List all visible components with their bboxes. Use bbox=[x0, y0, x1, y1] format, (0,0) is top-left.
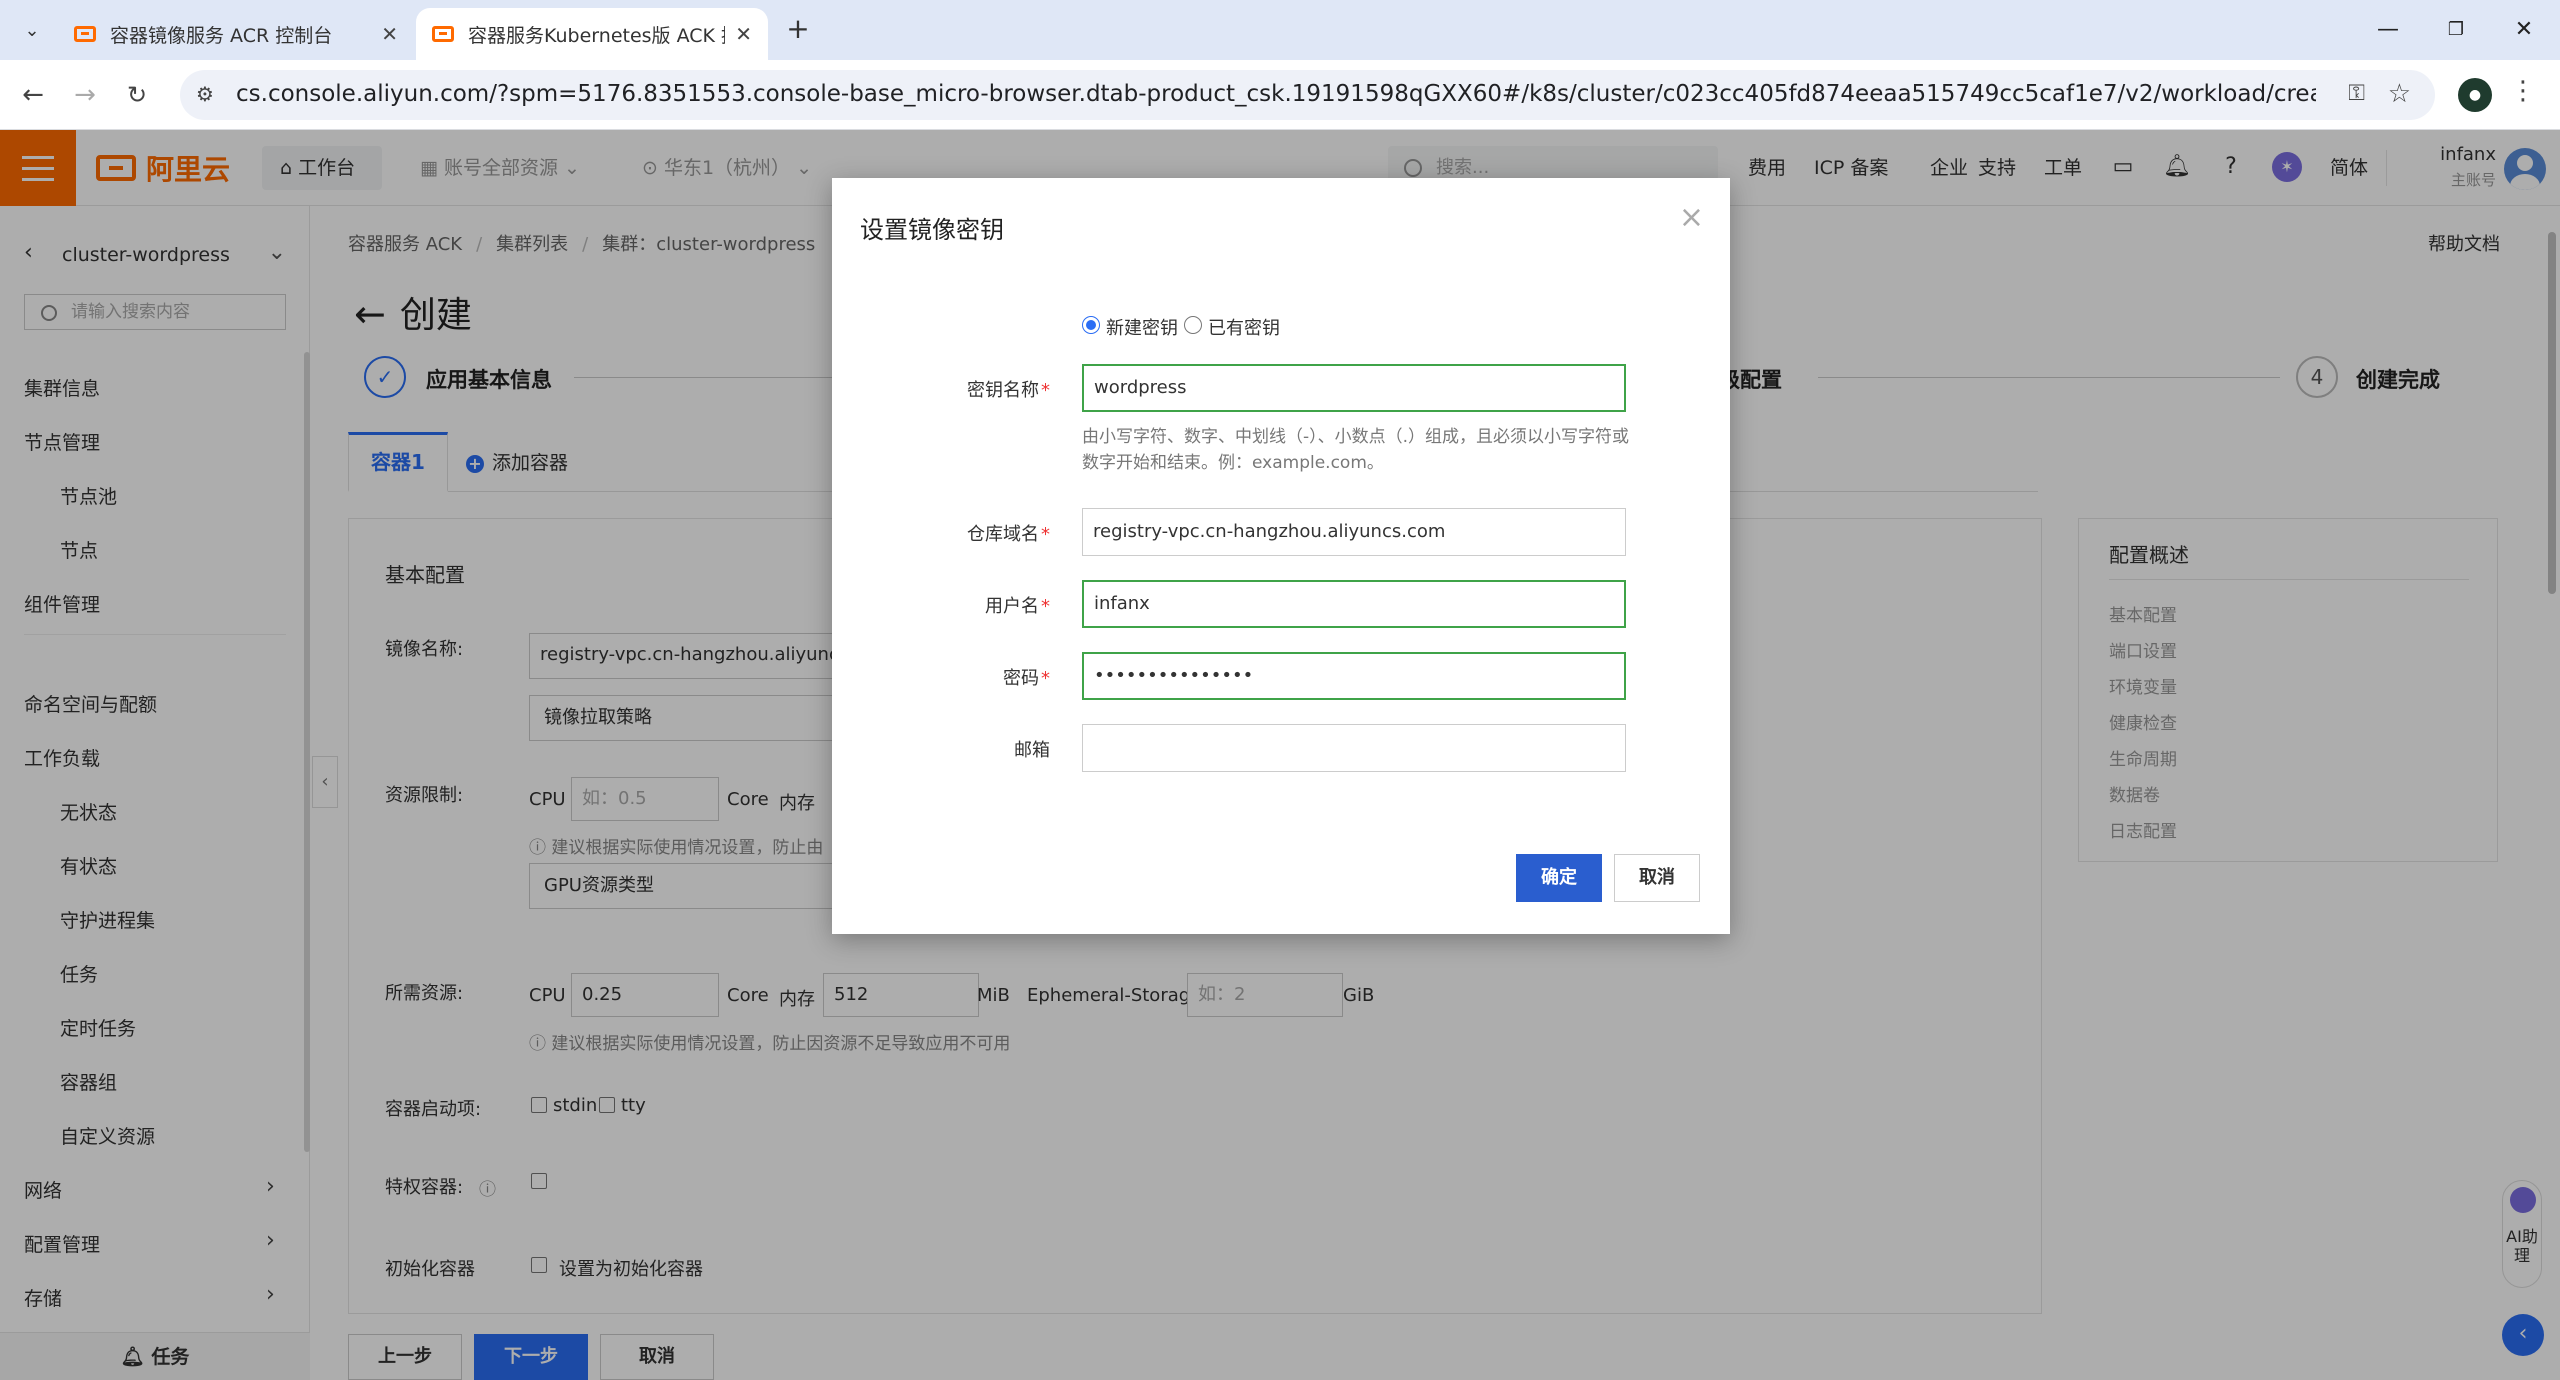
aliyun-favicon-icon bbox=[432, 26, 454, 42]
username-label: 用户名 * bbox=[985, 596, 1050, 617]
username-label-text: 用户名 bbox=[985, 596, 1039, 617]
browser-tab-acr[interactable]: 容器镜像服务 ACR 控制台 ✕ bbox=[58, 8, 414, 60]
bookmark-star-icon[interactable]: ☆ bbox=[2388, 79, 2411, 109]
dialog-cancel-button[interactable]: 取消 bbox=[1614, 854, 1700, 902]
secret-name-help: 由小写字符、数字、中划线（-）、小数点（.）组成，且必须以小写字符或数字开始和结… bbox=[1082, 427, 1630, 473]
username-input[interactable]: infanx bbox=[1082, 580, 1626, 628]
window-close-button[interactable]: ✕ bbox=[2504, 12, 2544, 48]
browser-tab-ack[interactable]: 容器服务Kubernetes版 ACK 控 ✕ bbox=[416, 8, 768, 60]
url-text[interactable]: cs.console.aliyun.com/?spm=5176.8351553.… bbox=[236, 81, 2316, 107]
back-icon[interactable]: ← bbox=[14, 76, 52, 114]
secret-name-label-text: 密钥名称 bbox=[967, 380, 1039, 401]
forward-icon[interactable]: → bbox=[66, 76, 104, 114]
radio-new-secret-label[interactable]: 新建密钥 bbox=[1106, 314, 1178, 340]
tab-title: 容器服务Kubernetes版 ACK 控 bbox=[468, 24, 726, 47]
url-omnibox[interactable]: ⚙ cs.console.aliyun.com/?spm=5176.835155… bbox=[180, 70, 2435, 120]
registry-domain-label-text: 仓库域名 bbox=[967, 524, 1039, 545]
radio-existing-secret-label[interactable]: 已有密钥 bbox=[1208, 314, 1280, 340]
browser-profile-icon[interactable]: ● bbox=[2458, 78, 2492, 112]
registry-domain-input[interactable]: registry-vpc.cn-hangzhou.aliyuncs.com bbox=[1082, 508, 1626, 556]
email-input[interactable] bbox=[1082, 724, 1626, 772]
browser-tabstrip: ⌄ 容器镜像服务 ACR 控制台 ✕ 容器服务Kubernetes版 ACK 控… bbox=[0, 0, 2560, 60]
radio-new-secret[interactable] bbox=[1082, 316, 1100, 334]
registry-domain-label: 仓库域名 * bbox=[967, 524, 1050, 545]
aliyun-favicon-icon bbox=[74, 26, 96, 42]
password-key-icon[interactable]: ⚿ bbox=[2348, 81, 2365, 106]
restore-button[interactable]: ❐ bbox=[2436, 12, 2476, 48]
tab-title: 容器镜像服务 ACR 控制台 bbox=[110, 24, 333, 47]
secret-name-input[interactable]: wordpress bbox=[1082, 364, 1626, 412]
password-input[interactable]: ••••••••••••••• bbox=[1082, 652, 1626, 700]
browser-menu-icon[interactable]: ⋮ bbox=[2510, 76, 2536, 106]
site-settings-icon[interactable]: ⚙ bbox=[196, 82, 214, 106]
radio-existing-secret[interactable] bbox=[1184, 316, 1202, 334]
reload-icon[interactable]: ↻ bbox=[118, 76, 156, 114]
new-tab-button[interactable]: + bbox=[780, 12, 816, 48]
confirm-button[interactable]: 确定 bbox=[1516, 854, 1602, 902]
tab-search-button[interactable]: ⌄ bbox=[14, 12, 50, 48]
dialog-title: 设置镜像密钥 bbox=[860, 216, 1004, 244]
password-label: 密码 * bbox=[1003, 668, 1050, 689]
close-icon[interactable]: × bbox=[1679, 200, 1704, 235]
password-label-text: 密码 bbox=[1003, 668, 1039, 689]
secret-name-label: 密钥名称 * bbox=[967, 380, 1050, 401]
image-secret-dialog: 设置镜像密钥 × 新建密钥 已有密钥 密钥名称 * wordpress 由小写字符… bbox=[832, 178, 1730, 934]
address-bar: ← → ↻ ⚙ cs.console.aliyun.com/?spm=5176.… bbox=[0, 60, 2560, 130]
close-icon[interactable]: ✕ bbox=[381, 22, 398, 46]
email-label: 邮箱 bbox=[1014, 740, 1050, 761]
close-icon[interactable]: ✕ bbox=[735, 22, 752, 46]
minimize-button[interactable]: — bbox=[2368, 12, 2408, 48]
